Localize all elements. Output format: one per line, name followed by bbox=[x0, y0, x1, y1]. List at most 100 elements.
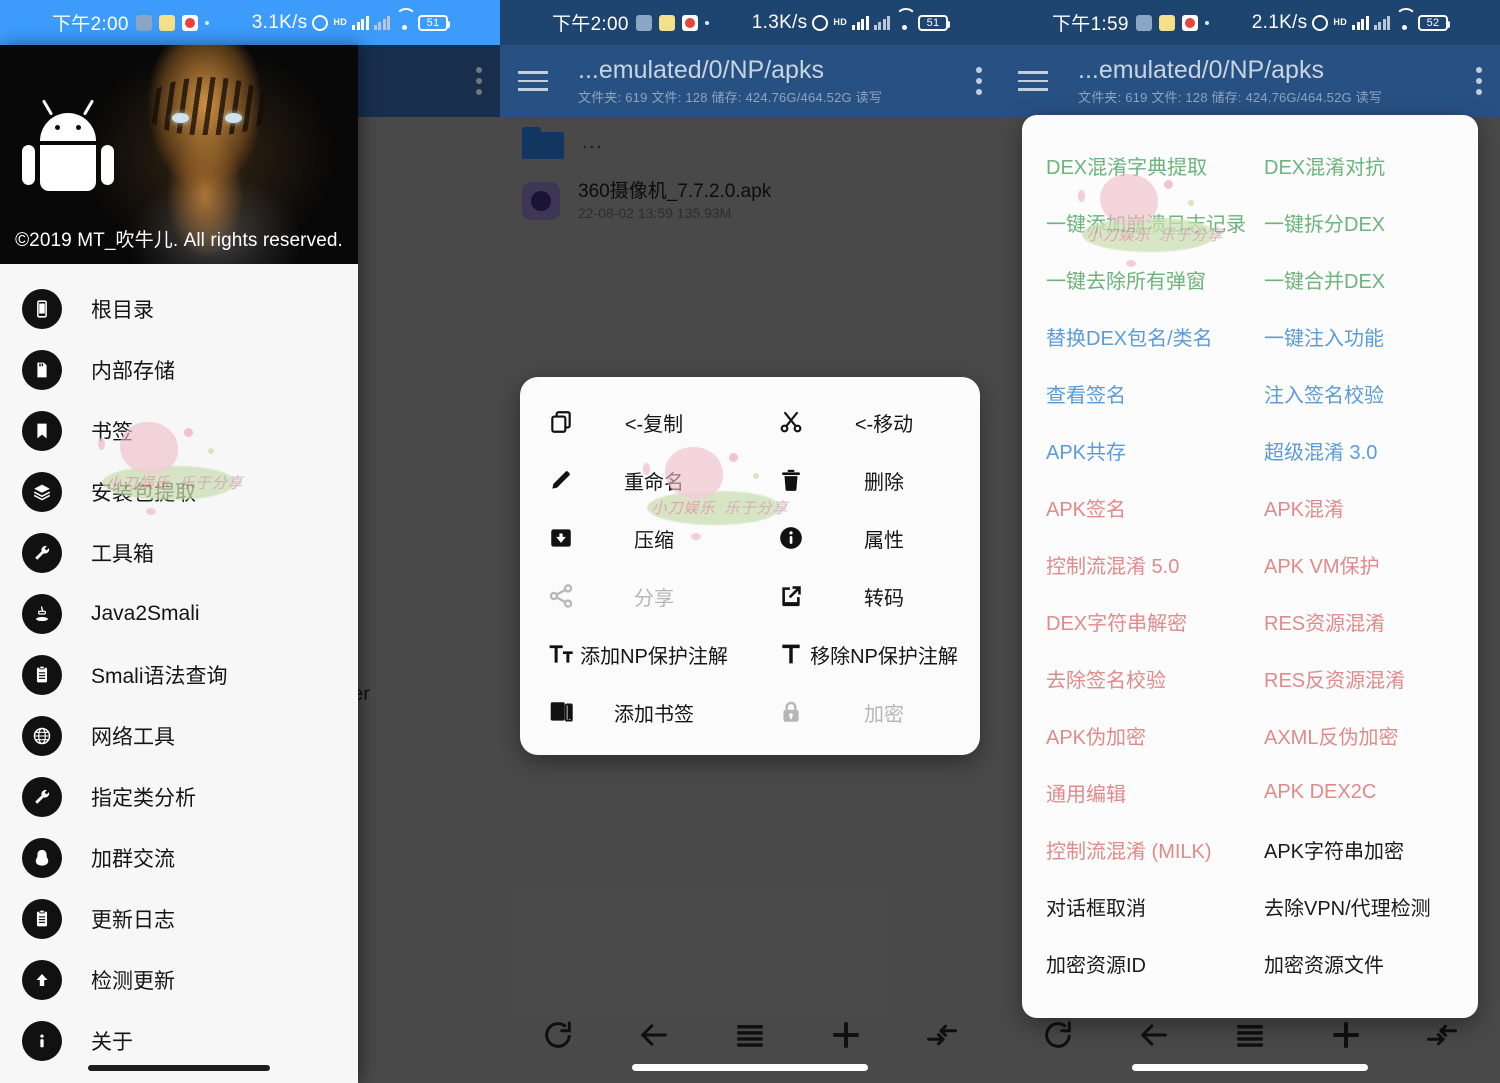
tools-menu-item-RES资源混淆[interactable]: RES资源混淆 bbox=[1250, 593, 1478, 650]
drawer-item-根目录[interactable]: 根目录 bbox=[0, 278, 358, 339]
tools-menu-item-APK VM保护[interactable]: APK VM保护 bbox=[1250, 536, 1478, 593]
panel-right: 下午1:59 2.1K/s HD 52 ...emulated/0/NP/apk… bbox=[1000, 0, 1500, 1083]
drawer-item-label: 工具箱 bbox=[91, 538, 154, 568]
toolbar-swap-arrows-button[interactable] bbox=[920, 1013, 964, 1057]
tools-menu-item-一键添加崩溃日志记录[interactable]: 一键添加崩溃日志记录 bbox=[1022, 194, 1250, 251]
tools-menu-item-APK签名[interactable]: APK签名 bbox=[1022, 479, 1250, 536]
tools-menu-row: 一键去除所有弹窗一键合并DEX bbox=[1022, 251, 1478, 308]
context-menu-row: 分享转码 bbox=[520, 567, 980, 625]
context-menu-label: 加密 bbox=[808, 698, 980, 727]
tools-menu-item-APK混淆[interactable]: APK混淆 bbox=[1250, 479, 1478, 536]
tools-menu-item-APK字符串加密[interactable]: APK字符串加密 bbox=[1250, 821, 1478, 878]
drawer-item-关于[interactable]: 关于 bbox=[0, 1010, 358, 1071]
context-menu-row: 添加书签 加密 bbox=[520, 683, 980, 741]
tools-menu-item-一键注入功能[interactable]: 一键注入功能 bbox=[1250, 308, 1478, 365]
context-menu-item-重命名[interactable]: 重命名 bbox=[520, 451, 750, 509]
tools-menu-item-APK DEX2C[interactable]: APK DEX2C bbox=[1250, 764, 1478, 821]
drawer-item-label: Smali语法查询 bbox=[91, 660, 228, 690]
tiger-eyes bbox=[172, 113, 242, 125]
tools-menu-row: 替换DEX包名/类名一键注入功能 bbox=[1022, 308, 1478, 365]
tools-menu-item-控制流混淆 (MILK)[interactable]: 控制流混淆 (MILK) bbox=[1022, 821, 1250, 878]
bottom-toolbar-middle bbox=[500, 1005, 1000, 1083]
signal-icon bbox=[1352, 15, 1369, 30]
drawer-item-指定类分析[interactable]: 指定类分析 bbox=[0, 766, 358, 827]
tools-menu-row: APK伪加密AXML反伪加密 bbox=[1022, 707, 1478, 764]
drawer-item-工具箱[interactable]: 工具箱 bbox=[0, 522, 358, 583]
tools-menu-item-一键拆分DEX[interactable]: 一键拆分DEX bbox=[1250, 194, 1478, 251]
tools-menu-item-查看签名[interactable]: 查看签名 bbox=[1022, 365, 1250, 422]
drawer-item-Java2Smali[interactable]: Java2Smali bbox=[0, 583, 358, 644]
toolbar-list-menu-button[interactable] bbox=[728, 1013, 772, 1057]
tools-menu-item-DEX混淆对抗[interactable]: DEX混淆对抗 bbox=[1250, 137, 1478, 194]
context-menu-label: 添加书签 bbox=[578, 698, 750, 727]
toolbar-list-menu-button[interactable] bbox=[1228, 1013, 1272, 1057]
info-icon bbox=[22, 1021, 62, 1061]
tools-menu-item-APK伪加密[interactable]: APK伪加密 bbox=[1022, 707, 1250, 764]
toolbar-refresh-button[interactable] bbox=[536, 1013, 580, 1057]
tools-menu-item-去除签名校验[interactable]: 去除签名校验 bbox=[1022, 650, 1250, 707]
tools-menu-item-替换DEX包名/类名[interactable]: 替换DEX包名/类名 bbox=[1022, 308, 1250, 365]
toolbar-swap-arrows-button[interactable] bbox=[1420, 1013, 1464, 1057]
drawer-toggle-button-middle[interactable] bbox=[518, 71, 548, 91]
toolbar-plus-button[interactable] bbox=[1324, 1013, 1368, 1057]
drawer-item-安装包提取[interactable]: 安装包提取 bbox=[0, 461, 358, 522]
tools-menu-row: APK共存超级混淆 3.0 bbox=[1022, 422, 1478, 479]
tiktok-icon bbox=[136, 15, 152, 31]
tools-menu-item-控制流混淆 5.0[interactable]: 控制流混淆 5.0 bbox=[1022, 536, 1250, 593]
context-menu-item-删除[interactable]: 删除 bbox=[750, 451, 980, 509]
tools-menu-item-对话框取消[interactable]: 对话框取消 bbox=[1022, 878, 1250, 935]
toolbar-back-arrow-button[interactable] bbox=[1132, 1013, 1176, 1057]
tools-menu-item-DEX字符串解密[interactable]: DEX字符串解密 bbox=[1022, 593, 1250, 650]
tools-menu-item-加密资源文件[interactable]: 加密资源文件 bbox=[1250, 935, 1478, 992]
drawer-item-label: 根目录 bbox=[91, 294, 154, 324]
tools-menu-row: 查看签名注入签名校验 bbox=[1022, 365, 1478, 422]
status-time: 下午2:00 bbox=[552, 9, 629, 36]
drawer-item-加群交流[interactable]: 加群交流 bbox=[0, 827, 358, 888]
tools-menu-item-加密资源ID[interactable]: 加密资源ID bbox=[1022, 935, 1250, 992]
context-menu-item-<-移动[interactable]: <-移动 bbox=[750, 393, 980, 451]
drawer-item-书签[interactable]: 书签 bbox=[0, 400, 358, 461]
tools-menu-item-RES反资源混淆[interactable]: RES反资源混淆 bbox=[1250, 650, 1478, 707]
copy-icon bbox=[544, 409, 578, 435]
tools-menu-item-超级混淆 3.0[interactable]: 超级混淆 3.0 bbox=[1250, 422, 1478, 479]
drawer-item-label: 指定类分析 bbox=[91, 782, 196, 812]
tiger-stripes bbox=[145, 77, 271, 135]
tools-menu-item-一键合并DEX[interactable]: 一键合并DEX bbox=[1250, 251, 1478, 308]
context-menu-item-移除NP保护注解[interactable]: 移除NP保护注解 bbox=[750, 625, 980, 683]
tools-menu-item-注入签名校验[interactable]: 注入签名校验 bbox=[1250, 365, 1478, 422]
context-menu-item-转码[interactable]: 转码 bbox=[750, 567, 980, 625]
context-menu-item-压缩[interactable]: 压缩 bbox=[520, 509, 750, 567]
context-menu-label: 分享 bbox=[578, 582, 750, 611]
screenshot-root: 下午2:00 3.1K/s HD 51 2G 读写 bbox=[0, 0, 1500, 1083]
tools-menu-item-去除VPN/代理检测[interactable]: 去除VPN/代理检测 bbox=[1250, 878, 1478, 935]
drawer-item-Smali语法查询[interactable]: Smali语法查询 bbox=[0, 644, 358, 705]
toolbar-refresh-button[interactable] bbox=[1036, 1013, 1080, 1057]
note-icon bbox=[1159, 15, 1175, 31]
drawer-item-更新日志[interactable]: 更新日志 bbox=[0, 888, 358, 949]
tools-menu-item-AXML反伪加密[interactable]: AXML反伪加密 bbox=[1250, 707, 1478, 764]
status-bar-right: 下午1:59 2.1K/s HD 52 bbox=[1000, 0, 1500, 45]
context-menu-label: 移除NP保护注解 bbox=[808, 640, 980, 669]
context-menu-item-属性[interactable]: 属性 bbox=[750, 509, 980, 567]
info-icon bbox=[774, 525, 808, 551]
context-menu-item-添加书签[interactable]: 添加书签 bbox=[520, 683, 750, 741]
tools-menu-item-DEX混淆字典提取[interactable]: DEX混淆字典提取 bbox=[1022, 137, 1250, 194]
tools-menu-item-一键去除所有弹窗[interactable]: 一键去除所有弹窗 bbox=[1022, 251, 1250, 308]
context-menu-item-<-复制[interactable]: <-复制 bbox=[520, 393, 750, 451]
drawer-toggle-button-right[interactable] bbox=[1018, 71, 1048, 91]
context-menu-item-添加NP保护注解[interactable]: 添加NP保护注解 bbox=[520, 625, 750, 683]
drawer-item-内部存储[interactable]: 内部存储 bbox=[0, 339, 358, 400]
overflow-menu-button-right[interactable] bbox=[1476, 67, 1482, 95]
drawer-item-网络工具[interactable]: 网络工具 bbox=[0, 705, 358, 766]
toolbar-plus-button[interactable] bbox=[824, 1013, 868, 1057]
breadcrumb-path-middle[interactable]: ...emulated/0/NP/apks bbox=[578, 57, 976, 84]
overflow-menu-button-middle[interactable] bbox=[976, 67, 982, 95]
tools-menu-item-通用编辑[interactable]: 通用编辑 bbox=[1022, 764, 1250, 821]
drawer-menu-list: 根目录内部存储书签安装包提取工具箱 Java2Smali Smali语法查询网络工具… bbox=[0, 264, 358, 1071]
battery-icon: 52 bbox=[1418, 15, 1448, 31]
drawer-header: ©2019 MT_吹牛儿. All rights reserved. bbox=[0, 45, 358, 264]
toolbar-back-arrow-button[interactable] bbox=[632, 1013, 676, 1057]
breadcrumb-path-right[interactable]: ...emulated/0/NP/apks bbox=[1078, 57, 1476, 84]
tools-menu-item-APK共存[interactable]: APK共存 bbox=[1022, 422, 1250, 479]
drawer-item-检测更新[interactable]: 检测更新 bbox=[0, 949, 358, 1010]
